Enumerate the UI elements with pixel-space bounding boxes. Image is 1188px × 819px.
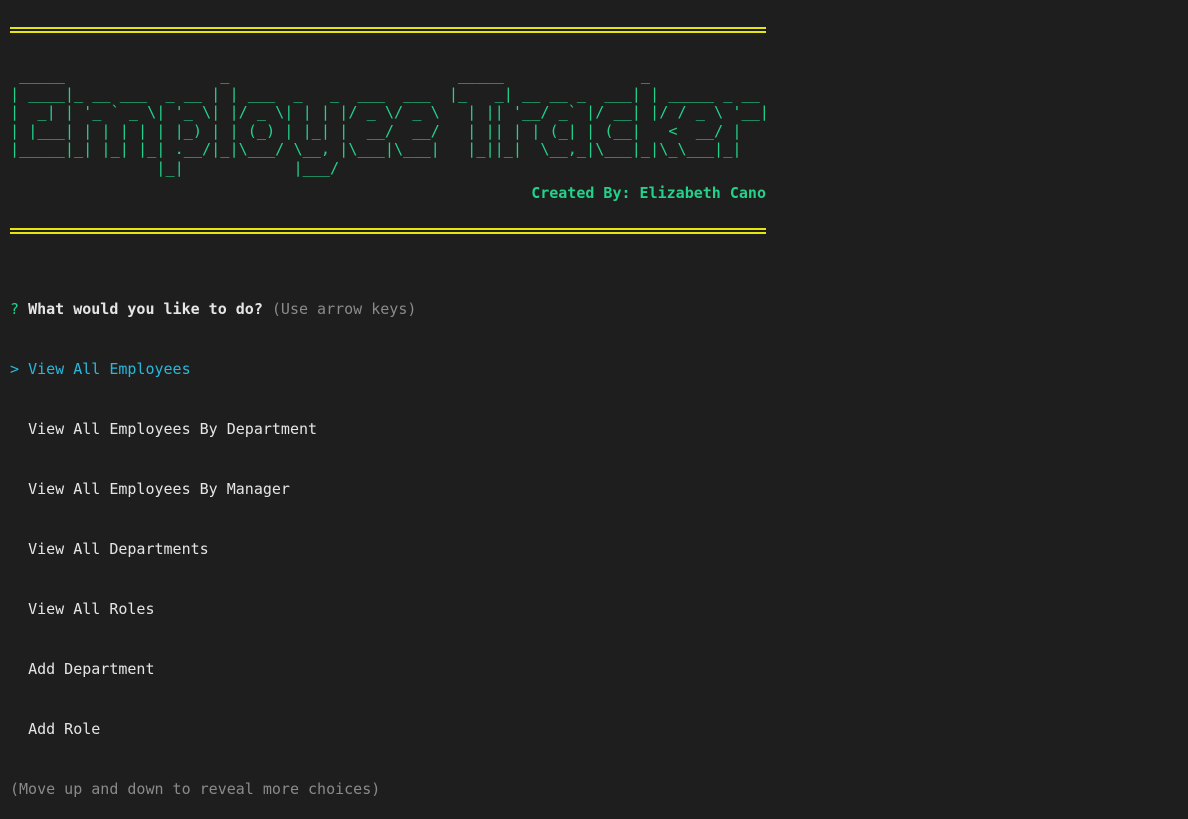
choice-label: View All Roles [28, 600, 155, 618]
choice-view-all-employees[interactable]: > View All Employees [10, 359, 416, 379]
choice-label: Add Role [28, 720, 101, 738]
ascii-banner-title: _____ _ _____ _ | ____|_ __ ___ _ __ | |… [10, 66, 769, 177]
choice-label: View All Departments [28, 540, 209, 558]
pointer-icon: > [10, 360, 20, 378]
inquirer-prompt[interactable]: ? What would you like to do? (Use arrow … [10, 259, 416, 819]
choice-label: View All Employees [28, 360, 191, 378]
choice-view-employees-by-manager[interactable]: View All Employees By Manager [10, 479, 416, 499]
terminal-output: _____ _ _____ _ | ____|_ __ ___ _ __ | |… [10, 20, 769, 235]
choice-label: Add Department [28, 660, 155, 678]
choice-add-role[interactable]: Add Role [10, 719, 416, 739]
question-mark-icon: ? [10, 300, 20, 318]
choice-view-all-roles[interactable]: View All Roles [10, 599, 416, 619]
prompt-question: What would you like to do? [28, 300, 263, 318]
choice-label: View All Employees By Manager [28, 480, 290, 498]
author-credit: Created By: Elizabeth Cano [531, 184, 766, 202]
prompt-footer-hint: (Move up and down to reveal more choices… [10, 780, 381, 798]
prompt-hint: (Use arrow keys) [271, 300, 417, 318]
prompt-question-line: ? What would you like to do? (Use arrow … [10, 299, 416, 319]
choice-add-department[interactable]: Add Department [10, 659, 416, 679]
choice-label: View All Employees By Department [28, 420, 318, 438]
bottom-divider [10, 227, 766, 235]
choice-view-all-departments[interactable]: View All Departments [10, 539, 416, 559]
terminal-window: { "colors": { "background": "#1e1e1e", "… [0, 0, 1188, 798]
choice-view-employees-by-department[interactable]: View All Employees By Department [10, 419, 416, 439]
top-divider [10, 26, 766, 34]
